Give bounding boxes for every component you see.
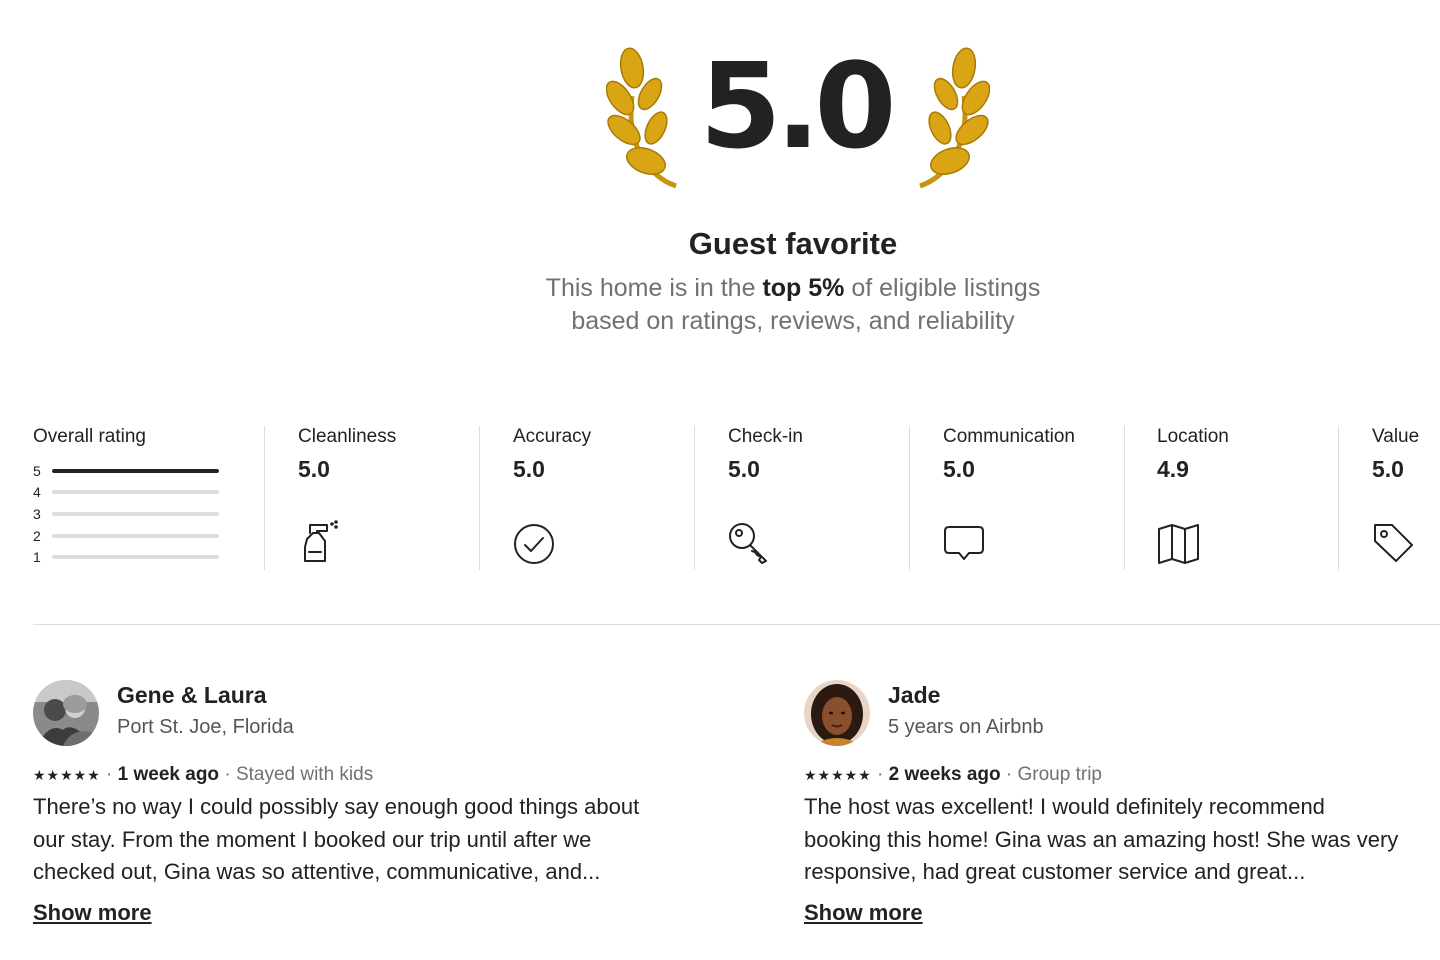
map-icon: [1158, 524, 1199, 564]
rating-breakdown: Overall rating 5 4 3 2 1 Cleanliness 5.0…: [0, 420, 1440, 580]
subtitle-highlight: top 5%: [762, 274, 845, 302]
rating-bar-track: [52, 490, 219, 495]
guest-favorite-title: Guest favorite: [688, 226, 898, 261]
review-text: There’s no way I could possibly say enou…: [33, 791, 683, 889]
review-text-line: our stay. From the moment I booked our t…: [33, 826, 592, 852]
divider: [909, 426, 910, 570]
price-tag-icon: [1374, 524, 1413, 562]
category-label: Communication: [943, 426, 1075, 447]
rating-bar-track: [52, 555, 219, 560]
laurel-right-icon: [919, 47, 990, 189]
category-label: Cleanliness: [298, 426, 397, 447]
rating-row-star: 5: [33, 462, 41, 479]
category-label: Check-in: [728, 426, 803, 447]
rating-row-star: 2: [33, 527, 41, 544]
review-stars: ★★★★★: [804, 767, 872, 783]
divider: [479, 426, 480, 570]
review-text-line: The host was excellent! I would definite…: [804, 794, 1325, 819]
rating-row-4: 4: [33, 482, 233, 504]
divider: [1124, 426, 1125, 570]
show-more-button[interactable]: Show more: [33, 900, 152, 926]
divider: [264, 426, 265, 570]
rating-row-3: 3: [33, 503, 233, 525]
guest-favorite-subtitle: This home is in the top 5% of eligible l…: [0, 272, 1440, 338]
rating-bar-track: [52, 511, 219, 516]
avatar[interactable]: [33, 680, 99, 746]
rating-row-star: 1: [33, 549, 41, 566]
reviewer-tenure: 5 years on Airbnb: [888, 716, 1044, 738]
separator: ·: [877, 764, 884, 785]
trip-type: Group trip: [1017, 764, 1102, 785]
category-value: 5.0: [728, 456, 760, 482]
category-value: 4.9: [1157, 456, 1189, 482]
review-text-line: booking this home! Gina was an amazing h…: [804, 826, 1399, 852]
guest-favorite-hero: 5.0 Guest favorite This home is in the t…: [0, 0, 1440, 350]
review-text-line: responsive, had great customer service a…: [804, 859, 1306, 884]
key-icon: [729, 523, 767, 564]
spray-bottle-icon: [304, 520, 338, 562]
check-circle-icon: [514, 524, 554, 564]
review-text: The host was excellent! I would definite…: [804, 791, 1440, 889]
rating-row-2: 2: [33, 525, 233, 547]
rating-row-star: 4: [33, 484, 41, 501]
rating-row-1: 1: [33, 546, 233, 568]
section-divider: [33, 624, 1440, 625]
rating-distribution: 5 4 3 2 1: [33, 460, 233, 568]
trip-type: Stayed with kids: [235, 764, 374, 785]
category-cleanliness: Cleanliness 5.0: [298, 426, 498, 562]
reviewer-name: Jade: [888, 682, 941, 708]
avatar[interactable]: [804, 680, 870, 746]
category-value: 5.0: [1372, 456, 1404, 482]
rating-row-5: 5: [33, 460, 233, 482]
subtitle-post: of eligible listings: [844, 274, 1041, 302]
category-value-rating: Value 5.0: [1372, 426, 1440, 562]
review-meta-line: ★★★★★ · 1 week ago · Stayed with kids: [33, 764, 373, 786]
rating-bar-track: [52, 468, 219, 473]
category-location: Location 4.9: [1157, 426, 1357, 564]
rating-bar-fill: [52, 468, 219, 473]
rating-row-star: 3: [33, 505, 41, 522]
review-stars: ★★★★★: [33, 767, 101, 783]
review-date: 1 week ago: [117, 764, 220, 785]
laurel-left-icon: [606, 47, 677, 189]
separator: ·: [106, 764, 113, 785]
category-accuracy: Accuracy 5.0: [513, 426, 713, 564]
reviewer-name: Gene & Laura: [117, 682, 267, 708]
score-badge: 5.0: [600, 37, 990, 220]
overall-rating: Overall rating 5 4 3 2 1: [33, 426, 233, 568]
category-value: 5.0: [298, 456, 330, 482]
category-label: Accuracy: [513, 426, 592, 447]
category-label: Value: [1372, 426, 1420, 447]
overall-rating-label: Overall rating: [33, 426, 146, 447]
show-more-button[interactable]: Show more: [804, 900, 923, 926]
review-text-line: checked out, Gina was so attentive, comm…: [33, 859, 601, 884]
reviewer-location: Port St. Joe, Florida: [117, 716, 294, 738]
category-value: 5.0: [513, 456, 545, 482]
category-label: Location: [1157, 426, 1229, 447]
separator: ·: [224, 764, 231, 785]
subtitle-line2: based on ratings, reviews, and reliabili…: [571, 307, 1015, 335]
chat-bubble-icon: [944, 526, 984, 560]
category-value: 5.0: [943, 456, 975, 482]
category-communication: Communication 5.0: [943, 426, 1143, 560]
rating-bar-track: [52, 533, 219, 538]
subtitle-pre: This home is in the: [545, 274, 763, 302]
divider: [694, 426, 695, 570]
category-check-in: Check-in 5.0: [728, 426, 928, 564]
review-text-line: There’s no way I could possibly say enou…: [33, 794, 640, 819]
separator: ·: [1005, 764, 1013, 785]
overall-score: 5.0: [699, 37, 896, 175]
divider: [1338, 426, 1339, 570]
review-meta-line: ★★★★★ · 2 weeks ago · Group trip: [804, 764, 1102, 786]
review-date: 2 weeks ago: [888, 764, 1001, 785]
